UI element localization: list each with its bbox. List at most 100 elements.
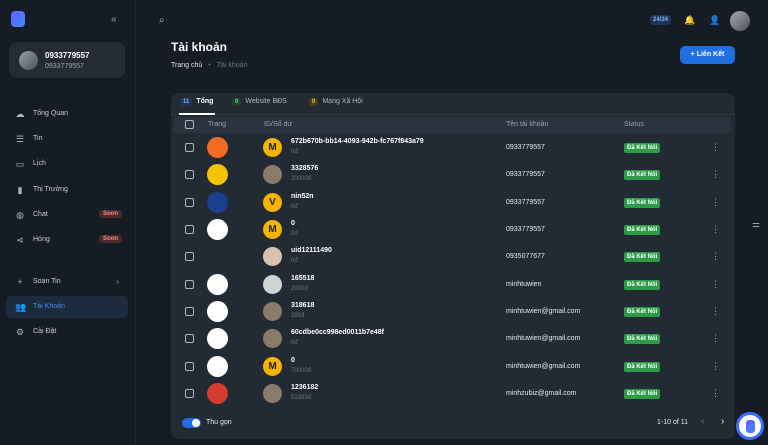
tab-mang-xa-hoi[interactable]: 0 Mạng Xã Hội (309, 98, 363, 106)
table-row[interactable]: M 0 70000đ minhtuwien@gmail.com Đã Kết Nối ⋮ (174, 353, 730, 380)
row-checkbox[interactable] (185, 170, 194, 179)
quota-pill[interactable]: 24/24 (650, 15, 672, 25)
status-badge: Đã Kết Nối (624, 362, 661, 372)
tab-label: Website BĐS (245, 98, 287, 105)
collapse-toggle[interactable] (182, 418, 201, 428)
site-logo (207, 192, 228, 213)
header-trang: Trang (208, 121, 227, 128)
more-vertical-icon[interactable]: ⋮ (711, 361, 720, 372)
calendar-icon: ▭ (15, 159, 25, 169)
chevron-right-icon: › (116, 277, 119, 286)
search-icon[interactable]: ⌕ (159, 15, 165, 26)
avatar: V (263, 193, 282, 212)
header-status: Status (624, 121, 644, 128)
sidebar-item-tin[interactable]: ☰ Tin (6, 128, 128, 150)
table-row[interactable]: 60cdbe0cc998ed0011b7e48f 0đ minhtuwien@gma… (174, 325, 730, 352)
avatar[interactable] (730, 11, 750, 31)
more-vertical-icon[interactable]: ⋮ (711, 306, 720, 317)
status-badge: Đã Kết Nối (624, 280, 661, 290)
user-phone: 0933779557 (45, 63, 84, 70)
row-checkbox[interactable] (185, 389, 194, 398)
site-logo (207, 137, 228, 158)
sidebar-item-label: Tổng Quan (33, 110, 69, 117)
sidebar: « 0933779557 0933779557 ☁ Tổng Quan ☰ Ti… (0, 0, 136, 445)
select-all-checkbox[interactable] (185, 120, 194, 129)
sidebar-item-hong[interactable]: ⋖ Hóng Soon (6, 229, 128, 251)
breadcrumb-current: Tài khoản (216, 62, 248, 69)
table-row[interactable]: 3328576 20000đ 0933779557 Đã Kết Nối ⋮ (174, 161, 730, 188)
account-balance: 0đ (291, 231, 298, 237)
app-logo[interactable] (11, 11, 25, 27)
account-name: minhzubiz@gmail.com (506, 390, 577, 397)
filter-sliders-icon[interactable]: ⚌ (752, 219, 760, 230)
row-checkbox[interactable] (185, 362, 194, 371)
more-vertical-icon[interactable]: ⋮ (711, 169, 720, 180)
more-vertical-icon[interactable]: ⋮ (711, 251, 720, 262)
site-logo (207, 246, 228, 267)
people-icon[interactable]: 👤 (709, 15, 720, 26)
more-vertical-icon[interactable]: ⋮ (711, 197, 720, 208)
table-row[interactable]: M 672b670b-bb14-4093-942b-fc767f843a79 0đ 0… (174, 134, 730, 161)
row-checkbox[interactable] (185, 198, 194, 207)
more-vertical-icon[interactable]: ⋮ (711, 224, 720, 235)
sidebar-item-thi-truong[interactable]: ▮ Thị Trường (6, 179, 128, 201)
chevron-right-icon[interactable]: › (721, 416, 724, 427)
status-badge: Đã Kết Nối (624, 307, 661, 317)
row-checkbox[interactable] (185, 334, 194, 343)
sidebar-item-cai-dat[interactable]: ⚙ Cài Đặt (6, 321, 128, 343)
chevron-left-icon[interactable]: ‹ (701, 416, 704, 427)
more-vertical-icon[interactable]: ⋮ (711, 142, 720, 153)
status-badge: Đã Kết Nối (624, 198, 661, 208)
more-vertical-icon[interactable]: ⋮ (711, 279, 720, 290)
table-row[interactable]: 1236182 51383đ minhzubiz@gmail.com Đã Kết N… (174, 380, 730, 407)
add-link-label: Liên Kết (696, 51, 725, 58)
table-row[interactable]: 165518 2000đ minhtuwien Đã Kết Nối ⋮ (174, 271, 730, 298)
status-badge: Đã Kết Nối (624, 334, 661, 344)
avatar (263, 275, 282, 294)
users-icon: 👥 (15, 302, 27, 312)
account-id: 3328576 (291, 165, 319, 172)
site-logo (207, 164, 228, 185)
tab-bar: 11 Tổng 0 Website BĐS 0 Mạng Xã Hội (171, 93, 735, 115)
user-name: 0933779557 (45, 51, 90, 60)
table-row[interactable]: uid12111490 0đ 0935077677 Đã Kết Nối ⋮ (174, 243, 730, 270)
sidebar-item-soan-tin[interactable]: + Soạn Tin › (6, 271, 128, 293)
row-checkbox[interactable] (185, 225, 194, 234)
row-checkbox[interactable] (185, 143, 194, 152)
avatar: M (263, 138, 282, 157)
tab-website-bds[interactable]: 0 Website BĐS (232, 98, 287, 106)
more-vertical-icon[interactable]: ⋮ (711, 388, 720, 399)
assistant-fab[interactable] (736, 412, 764, 440)
sidebar-item-tong-quan[interactable]: ☁ Tổng Quan (6, 103, 128, 125)
account-balance: 70000đ (291, 368, 312, 374)
tab-underline (179, 113, 215, 115)
sidebar-item-chat[interactable]: ◍ Chat Soon (6, 204, 128, 226)
row-checkbox[interactable] (185, 252, 194, 261)
breadcrumb-home[interactable]: Trang chủ (171, 62, 202, 69)
sidebar-item-label: Tin (33, 135, 43, 142)
table-row[interactable]: M 0 0đ 0933779557 Đã Kết Nối ⋮ (174, 216, 730, 243)
bell-icon[interactable]: 🔔 (684, 15, 695, 26)
bar-chart-icon: ▮ (17, 185, 23, 195)
breadcrumb-separator: • (208, 62, 211, 69)
row-checkbox[interactable] (185, 307, 194, 316)
table-row[interactable]: 318618 390đ minhtuwien@gmail.com Đã Kết Nối… (174, 298, 730, 325)
collapse-toggle-label: Thu gọn (206, 419, 232, 426)
avatar (19, 51, 38, 70)
user-card[interactable]: 0933779557 0933779557 (9, 42, 125, 78)
row-checkbox[interactable] (185, 280, 194, 289)
sidebar-item-tai-khoan[interactable]: 👥 Tài Khoản (6, 296, 128, 318)
status-badge: Đã Kết Nối (624, 225, 661, 235)
sidebar-item-label: Lịch (33, 160, 46, 167)
account-id: 60cdbe0cc998ed0011b7e48f (291, 329, 385, 336)
more-vertical-icon[interactable]: ⋮ (711, 333, 720, 344)
account-name: 0933779557 (506, 144, 545, 151)
gear-icon: ⚙ (15, 327, 25, 337)
collapse-sidebar-icon[interactable]: « (111, 14, 117, 25)
tab-count: 11 (180, 98, 193, 106)
table-row[interactable]: Vnin52n 0đ 0933779557 Đã Kết Nối ⋮ (174, 189, 730, 216)
tab-tong[interactable]: 11 Tổng (180, 98, 213, 106)
sidebar-item-lich[interactable]: ▭ Lịch (6, 153, 128, 175)
add-link-button[interactable]: + Liên Kết (680, 46, 735, 64)
plus-icon: + (17, 277, 23, 287)
